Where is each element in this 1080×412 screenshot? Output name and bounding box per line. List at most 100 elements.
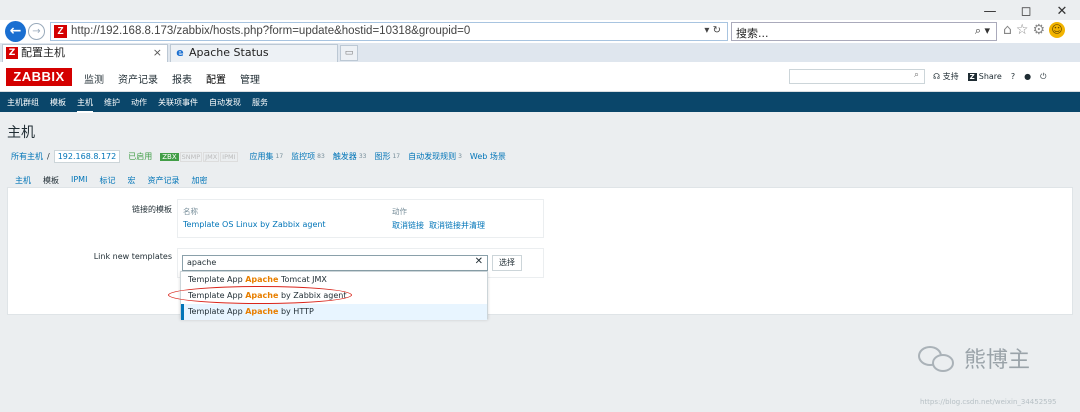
unlink-button[interactable]: 取消链接: [392, 220, 424, 231]
applications-link[interactable]: 应用集: [250, 151, 274, 162]
main-menu: 监测 资产记录 报表 配置 管理: [84, 71, 274, 86]
browser-toolbar-icons: ⌂ ☆ ⚙ ☺: [1003, 22, 1066, 38]
submenu-hosts[interactable]: 主机: [77, 97, 93, 113]
form-tabs: 主机 模板 IPMI 标记 宏 资产记录 加密: [15, 175, 219, 191]
tab-inventory[interactable]: 资产记录: [147, 175, 179, 186]
watermark-name: 熊博主: [964, 348, 1031, 373]
support-link[interactable]: ☊ 支持: [933, 71, 959, 82]
menu-configuration[interactable]: 配置: [206, 71, 226, 86]
tab-zabbix-config[interactable]: Z 配置主机 ×: [2, 44, 168, 62]
feedback-smiley-icon[interactable]: ☺: [1049, 22, 1066, 38]
new-tab-button[interactable]: ▭: [340, 45, 358, 61]
submenu-actions[interactable]: 动作: [131, 97, 147, 108]
tab-tags[interactable]: 标记: [99, 175, 115, 186]
breadcrumb-separator: /: [47, 152, 50, 161]
submenu-services[interactable]: 服务: [252, 97, 268, 108]
page-title: 主机: [7, 125, 35, 141]
sub-menu: 主机群组 模板 主机 维护 动作 关联项事件 自动发现 服务: [7, 97, 279, 113]
tab-label: 配置主机: [21, 46, 65, 59]
tab-macros[interactable]: 宏: [127, 175, 135, 186]
linked-templates-label: 链接的模板: [132, 205, 172, 214]
status-enabled[interactable]: 已启用: [128, 151, 152, 162]
template-search-input[interactable]: apache ✕: [182, 255, 488, 271]
headset-icon: ☊: [933, 72, 941, 81]
linked-template-link[interactable]: Template OS Linux by Zabbix agent: [183, 220, 326, 229]
tab-host[interactable]: 主机: [15, 175, 31, 186]
zabbix-favicon-icon: Z: [54, 25, 67, 38]
browser-search-placeholder: 搜索...: [736, 27, 769, 40]
address-bar-row: ← → Z http://192.168.8.173/zabbix/hosts.…: [0, 20, 1080, 43]
graphs-count: 17: [392, 153, 401, 160]
header-tools: ☊ 支持 Z Share ? ● ⏻: [933, 71, 1046, 82]
close-tab-icon[interactable]: ×: [153, 45, 162, 61]
browser-tab-strip: Z 配置主机 × e Apache Status ▭: [0, 43, 1080, 62]
triggers-link[interactable]: 触发器: [333, 151, 357, 162]
url-text: http://192.168.8.173/zabbix/hosts.php?fo…: [71, 25, 471, 37]
tab-templates[interactable]: 模板: [42, 175, 60, 191]
select-button[interactable]: 选择: [492, 255, 522, 271]
suggestion-item[interactable]: Template App Apache by HTTP: [181, 304, 487, 320]
search-icon[interactable]: ⌕ ▾: [975, 24, 990, 38]
column-header-action: 动作: [392, 207, 407, 216]
template-search-value: apache: [187, 258, 217, 267]
favorites-star-icon[interactable]: ☆: [1016, 22, 1029, 38]
all-hosts-link[interactable]: 所有主机: [11, 151, 43, 162]
menu-monitoring[interactable]: 监测: [84, 71, 104, 86]
zabbix-search-input[interactable]: ⌕: [789, 69, 925, 84]
web-scenarios-link[interactable]: Web 场景: [470, 151, 506, 162]
items-link[interactable]: 监控项: [291, 151, 315, 162]
linked-templates-table: [177, 199, 544, 238]
availability-jmx-badge: JMX: [203, 151, 220, 162]
menu-inventory[interactable]: 资产记录: [118, 71, 158, 86]
items-count: 83: [317, 153, 325, 160]
wechat-logo-icon: [918, 342, 958, 374]
triggers-count: 33: [358, 153, 367, 160]
discovery-rules-link[interactable]: 自动发现规则: [408, 151, 456, 162]
graphs-link[interactable]: 图形: [374, 151, 390, 162]
ie-tab-icon: e: [176, 46, 184, 59]
submenu-discovery[interactable]: 自动发现: [209, 97, 241, 108]
tab-apache-status[interactable]: e Apache Status: [170, 44, 338, 62]
sub-menu-bar: 主机群组 模板 主机 维护 动作 关联项事件 自动发现 服务: [0, 92, 1080, 113]
availability-zbx-badge: ZBX: [160, 152, 179, 161]
tab-encryption[interactable]: 加密: [191, 175, 207, 186]
availability-snmp-badge: SNMP: [179, 151, 203, 162]
menu-administration[interactable]: 管理: [240, 71, 260, 86]
search-icon[interactable]: ⌕: [914, 70, 919, 80]
watermark: 熊博主: [918, 342, 1030, 374]
minimize-button[interactable]: —: [972, 0, 1008, 22]
host-name-link[interactable]: 192.168.8.172: [53, 150, 121, 163]
applications-count: 17: [275, 153, 284, 160]
zabbix-header: ZABBIX 监测 资产记录 报表 配置 管理 ⌕ ☊ 支持 Z Share ? …: [0, 62, 1080, 92]
share-icon: Z: [967, 73, 977, 81]
zabbix-logo[interactable]: ZABBIX: [6, 68, 72, 86]
browser-search-field[interactable]: 搜索... ⌕ ▾: [731, 22, 997, 41]
settings-gear-icon[interactable]: ⚙: [1032, 22, 1045, 38]
forward-button[interactable]: →: [28, 23, 45, 40]
close-window-button[interactable]: ✕: [1044, 0, 1080, 22]
column-header-name: 名称: [183, 207, 198, 216]
maximize-button[interactable]: ◻: [1008, 0, 1044, 22]
unlink-and-clear-button[interactable]: 取消链接并清理: [429, 220, 485, 231]
tab-ipmi[interactable]: IPMI: [71, 175, 87, 186]
back-button[interactable]: ←: [5, 21, 26, 42]
zabbix-tab-icon: Z: [6, 47, 18, 59]
refresh-icon[interactable]: ▾ ↻: [704, 25, 721, 36]
submenu-maintenance[interactable]: 维护: [104, 97, 120, 108]
menu-reports[interactable]: 报表: [172, 71, 192, 86]
home-icon[interactable]: ⌂: [1003, 22, 1012, 38]
url-field[interactable]: Z http://192.168.8.173/zabbix/hosts.php?…: [50, 22, 728, 41]
share-link[interactable]: Z Share: [967, 72, 1002, 81]
submenu-templates[interactable]: 模板: [50, 97, 66, 108]
submenu-event-correlation[interactable]: 关联项事件: [158, 97, 198, 108]
sign-out-icon[interactable]: ⏻: [1040, 72, 1046, 82]
clear-icon[interactable]: ✕: [475, 256, 483, 267]
link-new-templates-label: Link new templates: [93, 252, 172, 261]
window-controls: — ◻ ✕: [972, 0, 1080, 22]
breadcrumb: 所有主机 / 192.168.8.172 已启用 ZBX SNMP JMX IP…: [11, 150, 506, 163]
red-annotation-ellipse: [168, 286, 352, 304]
availability-ipmi-badge: IPMI: [220, 151, 238, 162]
user-profile-icon[interactable]: ●: [1024, 72, 1031, 81]
submenu-host-groups[interactable]: 主机群组: [7, 97, 39, 108]
help-link[interactable]: ?: [1011, 72, 1015, 81]
